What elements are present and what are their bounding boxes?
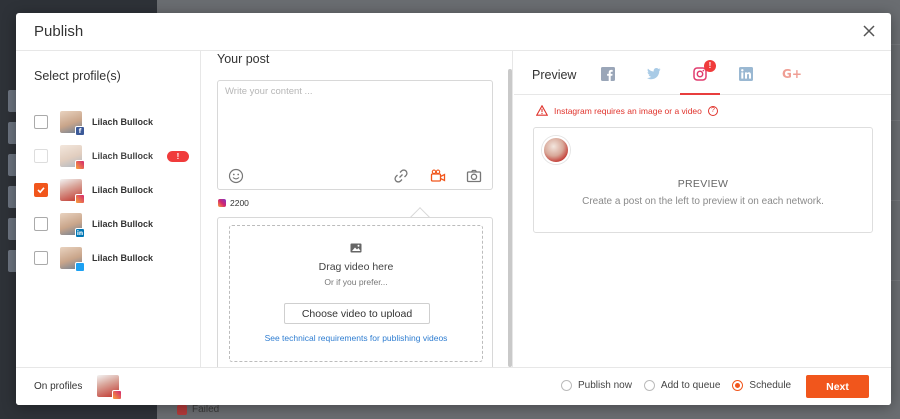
character-count: 2200 bbox=[218, 198, 249, 208]
option-add-to-queue[interactable]: Add to queue bbox=[643, 380, 721, 391]
warning-text: Instagram requires an image or a video bbox=[554, 105, 702, 116]
preview-heading: Preview bbox=[532, 68, 577, 82]
link-icon[interactable] bbox=[393, 168, 409, 184]
profile-checkbox[interactable] bbox=[34, 251, 48, 265]
select-profiles-heading: Select profile(s) bbox=[34, 69, 121, 83]
close-icon[interactable] bbox=[861, 23, 877, 39]
preview-network-tabs: Preview ! G+ bbox=[514, 51, 891, 95]
radio-button[interactable] bbox=[643, 380, 655, 391]
character-count-value: 2200 bbox=[230, 198, 249, 208]
linkedin-icon: in bbox=[75, 228, 85, 238]
profile-name: Lilach Bullock bbox=[92, 253, 154, 263]
profile-selector: Select profile(s) f Lilach Bullock Lilac… bbox=[16, 51, 201, 367]
twitter-icon bbox=[75, 262, 85, 272]
background-checkbox bbox=[177, 404, 187, 415]
profile-checkbox[interactable] bbox=[34, 115, 48, 129]
instagram-icon bbox=[112, 390, 122, 400]
on-profiles-label: On profiles bbox=[34, 381, 83, 392]
post-content-editor[interactable]: Write your content ... bbox=[217, 80, 493, 190]
avatar bbox=[60, 247, 85, 272]
instagram-icon bbox=[75, 160, 85, 170]
preview-card-title: PREVIEW bbox=[677, 178, 729, 190]
warning-icon bbox=[536, 105, 548, 116]
composer-scrollbar[interactable] bbox=[508, 69, 512, 367]
radio-button-selected[interactable] bbox=[732, 380, 744, 391]
preview-card-subtitle: Create a post on the left to preview it … bbox=[582, 196, 824, 207]
tab-facebook[interactable] bbox=[588, 63, 628, 95]
post-composer: Your post Write your content ... 2200 Dr… bbox=[201, 51, 513, 367]
profile-item-linkedin[interactable]: in Lilach Bullock bbox=[34, 213, 154, 238]
drag-video-subtitle: Or if you prefer... bbox=[324, 277, 388, 287]
modal-title: Publish bbox=[34, 23, 84, 40]
instagram-icon bbox=[218, 199, 226, 207]
tab-linkedin[interactable] bbox=[726, 63, 766, 95]
profile-checkbox[interactable] bbox=[34, 217, 48, 231]
modal-footer: On profiles Publish now Add to queue Sch… bbox=[16, 367, 891, 405]
modal-header: Publish bbox=[16, 13, 891, 51]
instagram-error-badge: ! bbox=[704, 60, 716, 72]
twitter-icon bbox=[647, 68, 661, 80]
profile-name: Lilach Bullock bbox=[92, 117, 154, 127]
technical-requirements-link[interactable]: See technical requirements for publishin… bbox=[230, 333, 482, 343]
emoji-icon[interactable] bbox=[228, 168, 244, 184]
facebook-icon bbox=[601, 67, 615, 81]
help-icon[interactable]: ? bbox=[707, 105, 718, 116]
google-plus-icon: G+ bbox=[782, 67, 802, 81]
radio-button[interactable] bbox=[561, 380, 572, 391]
option-label: Publish now bbox=[578, 380, 632, 391]
editor-toolbar bbox=[218, 165, 492, 189]
profile-item-instagram-selected[interactable]: Lilach Bullock bbox=[34, 179, 154, 204]
tab-instagram[interactable]: ! bbox=[680, 60, 720, 95]
background-failed-filter: Failed bbox=[177, 404, 219, 415]
profile-item-instagram-error[interactable]: Lilach Bullock bbox=[34, 145, 154, 170]
profile-item-twitter[interactable]: Lilach Bullock bbox=[34, 247, 154, 272]
background-failed-label: Failed bbox=[192, 404, 220, 415]
profile-checkbox-checked[interactable] bbox=[34, 183, 48, 197]
your-post-heading: Your post bbox=[217, 52, 270, 66]
publish-modal: Publish Select profile(s) f Lilach Bullo… bbox=[16, 13, 891, 405]
profile-name: Lilach Bullock bbox=[92, 185, 154, 195]
avatar bbox=[542, 136, 570, 164]
profile-name: Lilach Bullock bbox=[92, 151, 154, 161]
camera-icon[interactable] bbox=[466, 168, 482, 184]
drag-video-title: Drag video here bbox=[318, 261, 394, 273]
post-preview-card: PREVIEW Create a post on the left to pre… bbox=[533, 127, 873, 233]
video-camera-icon[interactable] bbox=[430, 168, 446, 184]
profile-checkbox[interactable] bbox=[34, 149, 48, 163]
profile-item-facebook[interactable]: f Lilach Bullock bbox=[34, 111, 154, 136]
tab-twitter[interactable] bbox=[634, 63, 674, 95]
selected-profile-avatar bbox=[97, 375, 122, 400]
option-label: Schedule bbox=[749, 380, 792, 391]
tab-google-plus[interactable]: G+ bbox=[772, 63, 812, 95]
option-label: Add to queue bbox=[660, 380, 721, 391]
choose-video-button[interactable]: Choose video to upload bbox=[284, 303, 430, 324]
image-icon bbox=[350, 243, 362, 253]
facebook-icon: f bbox=[75, 126, 85, 136]
content-placeholder: Write your content ... bbox=[225, 86, 313, 97]
next-button[interactable]: Next bbox=[806, 375, 869, 398]
avatar bbox=[60, 179, 85, 204]
option-schedule[interactable]: Schedule bbox=[732, 380, 791, 391]
preview-panel: Preview ! G+ Instagram requires an image… bbox=[514, 51, 891, 367]
checkmark-icon bbox=[37, 187, 45, 194]
error-badge: ! bbox=[167, 151, 189, 162]
instagram-warning: Instagram requires an image or a video ? bbox=[536, 105, 718, 116]
avatar: f bbox=[60, 111, 85, 136]
linkedin-icon bbox=[739, 67, 753, 81]
instagram-icon bbox=[75, 194, 85, 204]
publish-timing-options: Publish now Add to queue Schedule bbox=[561, 380, 803, 391]
video-dropzone[interactable]: Drag video here Or if you prefer... Choo… bbox=[229, 225, 483, 362]
avatar bbox=[60, 145, 85, 170]
video-upload-panel: Drag video here Or if you prefer... Choo… bbox=[217, 217, 493, 367]
profile-name: Lilach Bullock bbox=[92, 219, 154, 229]
avatar: in bbox=[60, 213, 85, 238]
option-publish-now[interactable]: Publish now bbox=[561, 380, 632, 391]
